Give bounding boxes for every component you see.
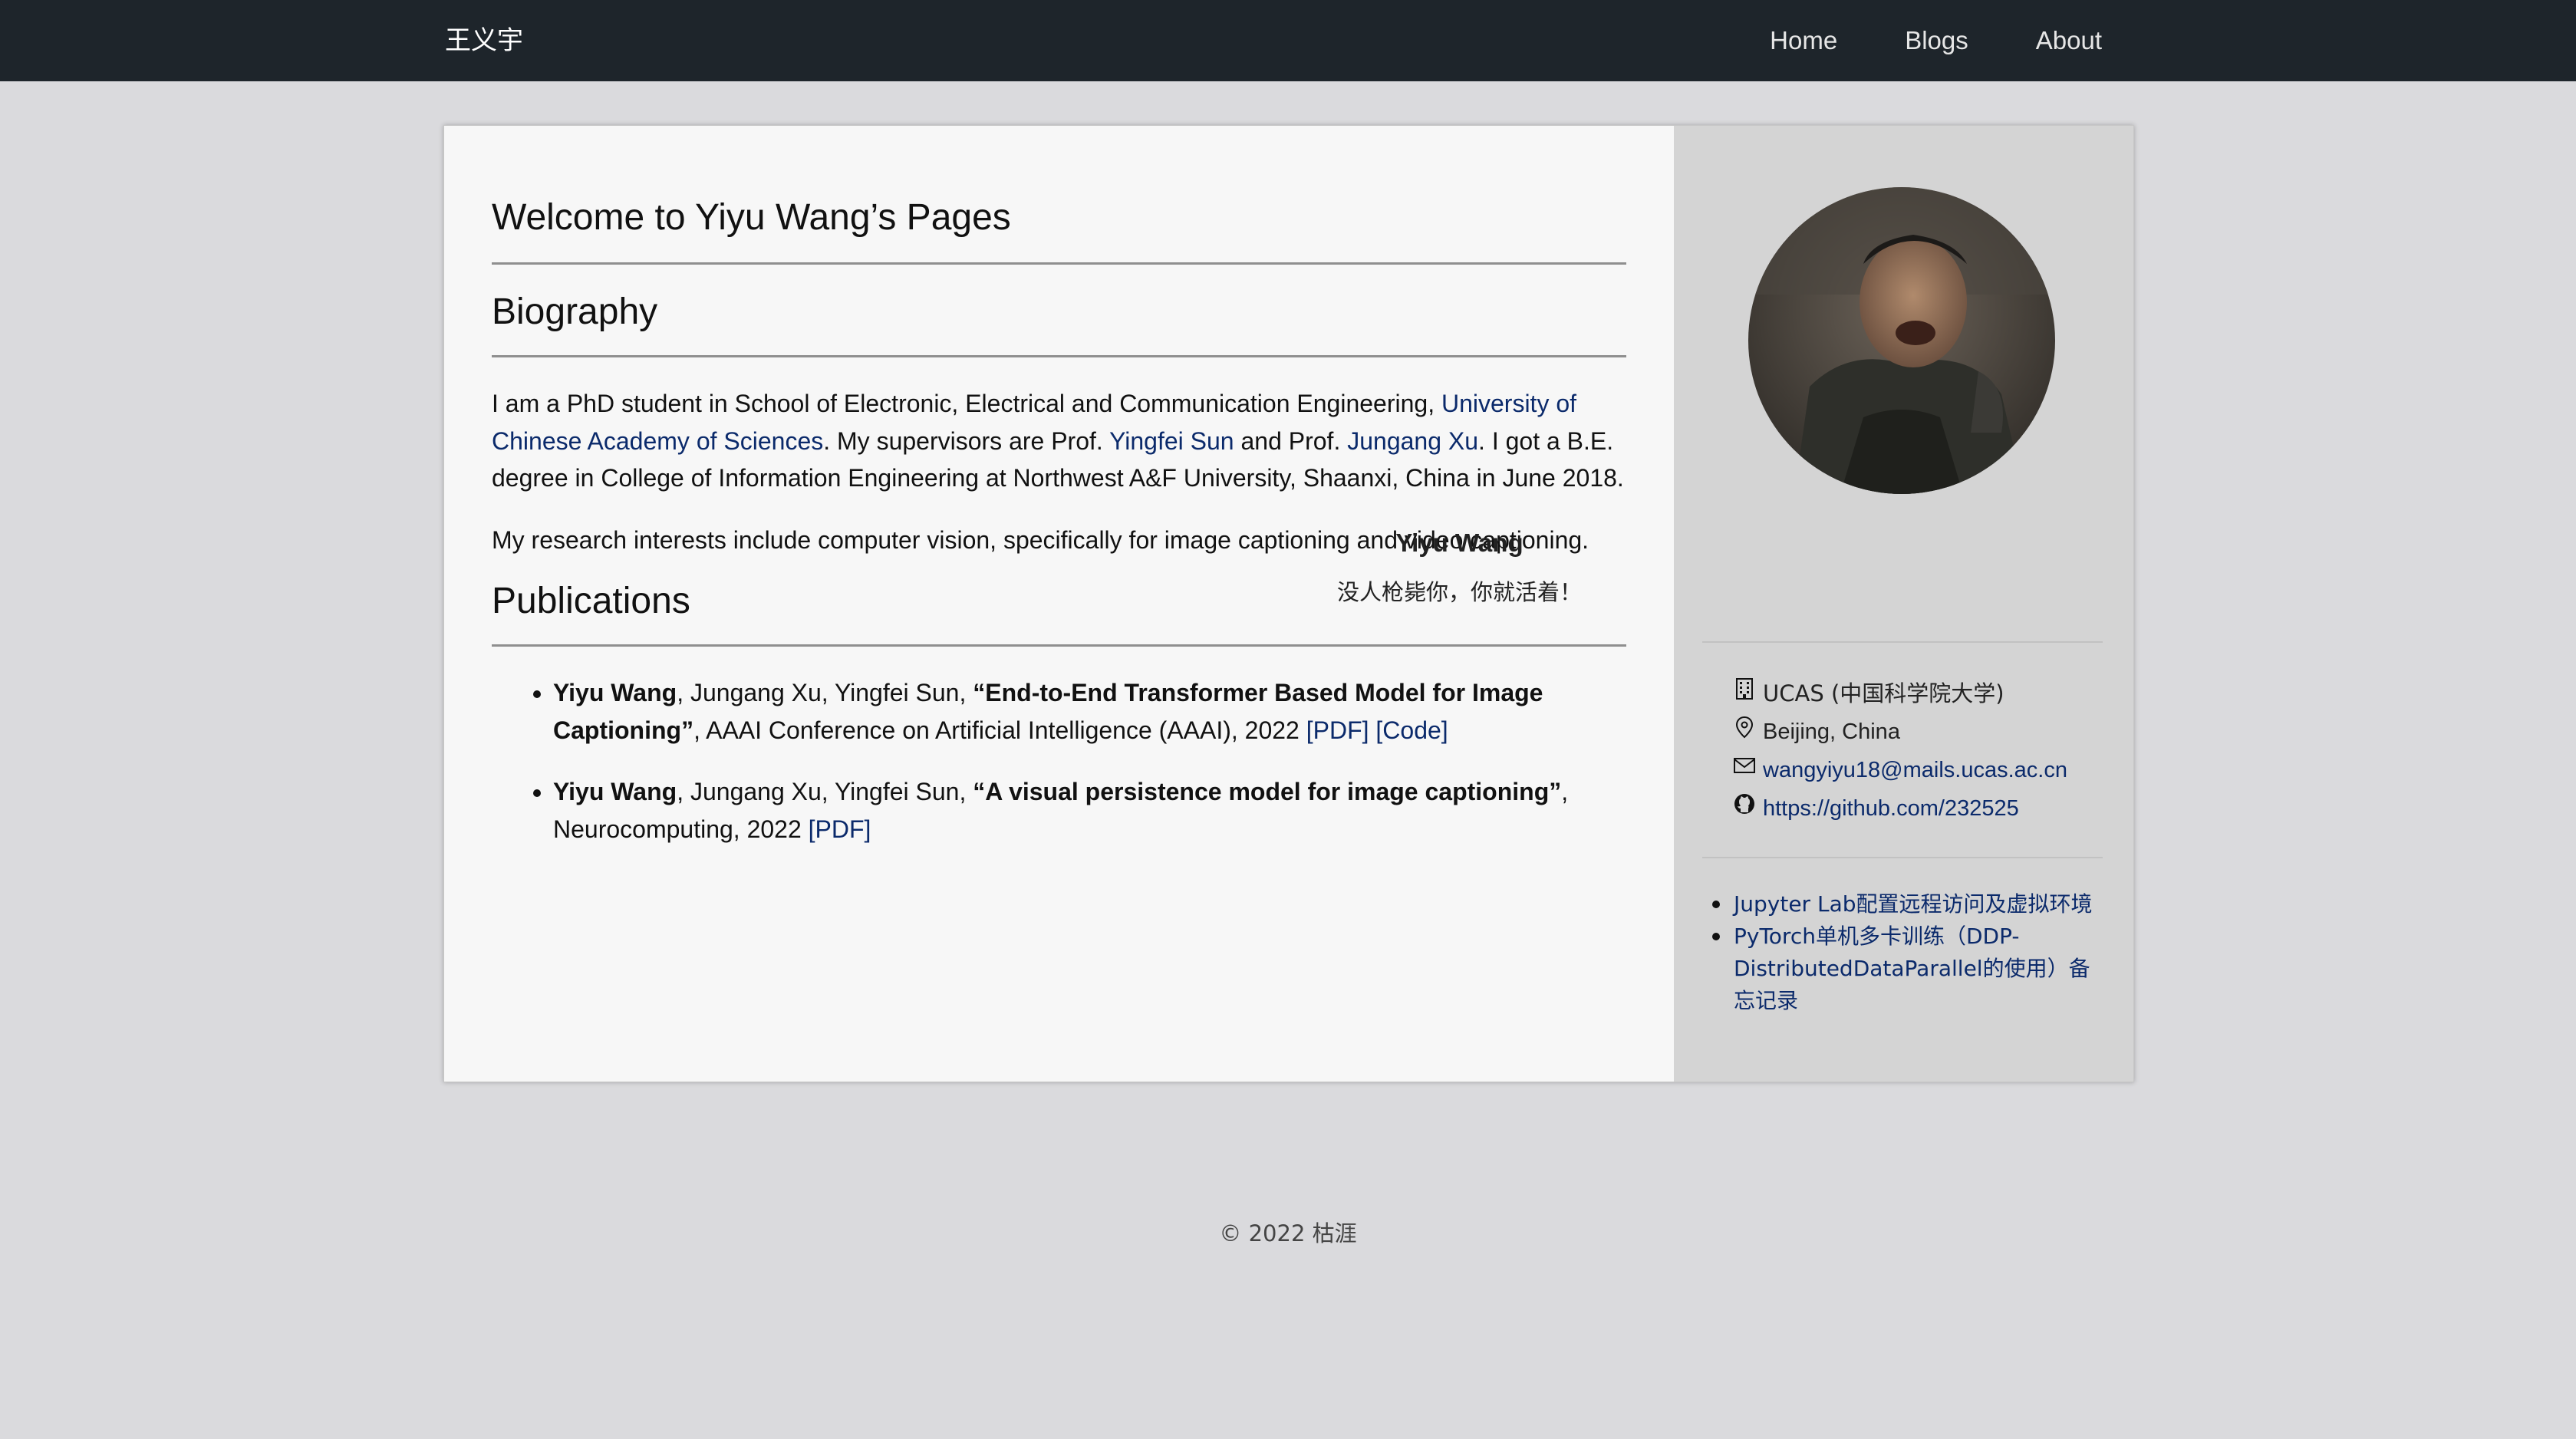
pub-pdf-link[interactable]: [PDF]	[1306, 716, 1369, 744]
publication-item: Yiyu Wang, Jungang Xu, Yingfei Sun, “A v…	[553, 773, 1626, 848]
publication-list: Yiyu Wang, Jungang Xu, Yingfei Sun, “End…	[492, 674, 1626, 848]
pub-first-author: Yiyu Wang	[553, 679, 677, 706]
location-icon	[1732, 715, 1757, 748]
bio-text: and Prof.	[1234, 426, 1348, 455]
sidebar-divider	[1702, 641, 2103, 643]
info-affiliation: UCAS (中国科学院大学)	[1732, 677, 2004, 710]
building-icon	[1732, 677, 1757, 710]
location-text: Beijing, China	[1763, 719, 1900, 744]
top-navbar: 王义宇 Home Blogs About	[0, 0, 2576, 81]
info-location: Beijing, China	[1732, 715, 1900, 748]
page-title: Welcome to Yiyu Wang’s Pages	[492, 195, 1626, 265]
publication-item: Yiyu Wang, Jungang Xu, Yingfei Sun, “End…	[553, 674, 1626, 749]
pub-coauthors: , Jungang Xu, Yingfei Sun,	[677, 679, 973, 706]
pub-venue: , AAAI Conference on Artificial Intellig…	[693, 716, 1306, 744]
bio-text: . My supervisors are Prof.	[823, 426, 1110, 455]
github-link[interactable]: https://github.com/232525	[1763, 793, 2019, 824]
nav-home-link[interactable]: Home	[1770, 23, 1837, 58]
biography-heading: Biography	[492, 289, 1626, 357]
post-link[interactable]: Jupyter Lab配置远程访问及虚拟环境	[1734, 891, 2093, 917]
post-item: Jupyter Lab配置远程访问及虚拟环境	[1712, 888, 2096, 920]
nav-blogs-link[interactable]: Blogs	[1905, 23, 1968, 58]
biography-paragraph: I am a PhD student in School of Electron…	[492, 385, 1626, 497]
pub-title: “A visual persistence model for image ca…	[973, 778, 1562, 805]
bio-text: I am a PhD student in School of Electron…	[492, 390, 1441, 417]
supervisor-jungang-xu-link[interactable]: Jungang Xu	[1347, 427, 1478, 455]
supervisor-yingfei-sun-link[interactable]: Yingfei Sun	[1109, 427, 1234, 455]
sidebar-divider	[1702, 857, 2103, 858]
post-item: PyTorch单机多卡训练（DDP-DistributedDataParalle…	[1712, 920, 2096, 1017]
affiliation-text: UCAS (中国科学院大学)	[1763, 680, 2004, 706]
profile-name: Yiyu Wang	[1395, 529, 1524, 557]
avatar	[1748, 187, 2055, 494]
profile-motto: 没人枪毙你，你就活着！	[1336, 579, 1582, 605]
site-brand[interactable]: 王义宇	[445, 23, 523, 58]
nav-links: Home Blogs About	[1770, 23, 2102, 58]
post-link[interactable]: PyTorch单机多卡训练（DDP-DistributedDataParalle…	[1734, 924, 2090, 1013]
info-email: wangyiyu18@mails.ucas.ac.cn	[1732, 753, 2067, 786]
recent-posts-list: Jupyter Lab配置远程访问及虚拟环境 PyTorch单机多卡训练（DDP…	[1712, 888, 2096, 1017]
mail-icon	[1732, 753, 1757, 786]
email-link[interactable]: wangyiyu18@mails.ucas.ac.cn	[1763, 755, 2067, 785]
nav-about-link[interactable]: About	[2036, 23, 2102, 58]
pub-code-link[interactable]: [Code]	[1375, 716, 1448, 744]
pub-first-author: Yiyu Wang	[553, 778, 677, 805]
info-github: https://github.com/232525	[1732, 792, 2019, 825]
avatar-photo	[1748, 187, 2055, 494]
footer-copyright: © 2022 枯涯	[1219, 1220, 1357, 1246]
pub-coauthors: , Jungang Xu, Yingfei Sun,	[677, 778, 973, 805]
pub-pdf-link[interactable]: [PDF]	[809, 815, 871, 843]
github-icon	[1732, 792, 1757, 825]
